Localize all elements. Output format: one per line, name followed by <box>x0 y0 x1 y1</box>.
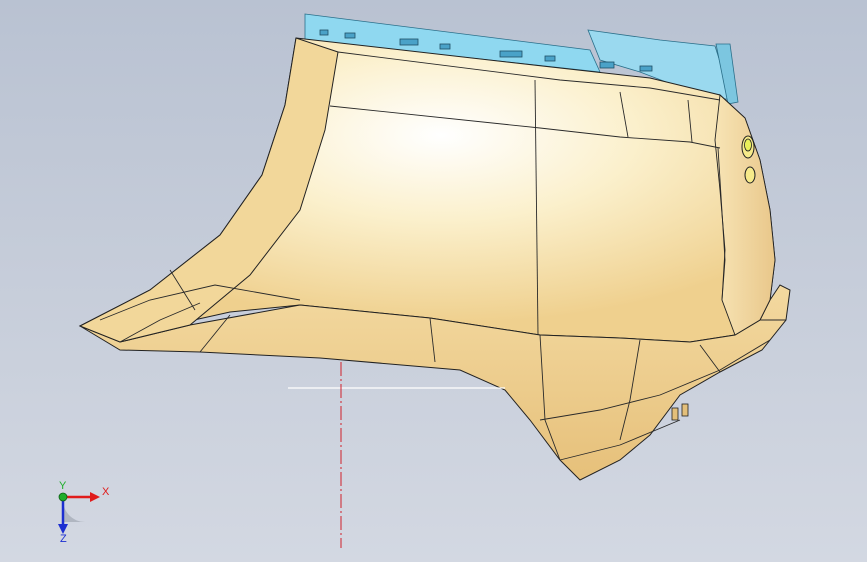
y-axis-label: Y <box>59 480 67 492</box>
z-axis-label: Z <box>60 533 67 545</box>
graphics-viewport[interactable]: X Y Z <box>0 0 867 562</box>
model-view[interactable] <box>0 0 867 562</box>
x-axis-label: X <box>102 486 110 498</box>
x-arrowhead-icon <box>90 492 100 502</box>
coordinate-triad <box>58 492 100 534</box>
mount-tabs <box>671 403 689 421</box>
y-axis-dot <box>58 492 68 502</box>
